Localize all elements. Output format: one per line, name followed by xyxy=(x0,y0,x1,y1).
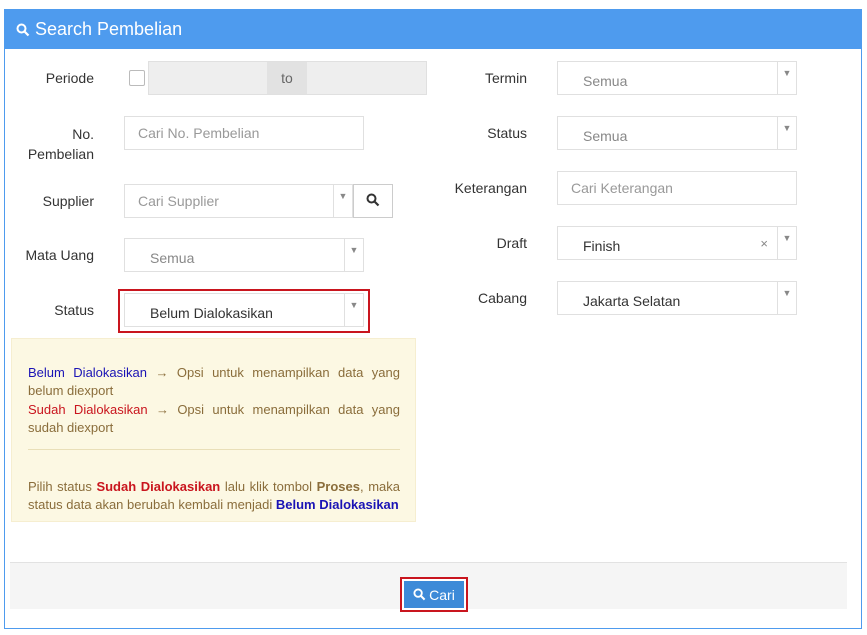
cari-button[interactable]: Cari xyxy=(404,581,464,608)
chevron-down-icon: ▼ xyxy=(333,185,352,217)
clear-icon[interactable]: × xyxy=(760,236,768,251)
draft-select[interactable]: Finish × ▼ xyxy=(557,226,797,260)
mata-uang-value: Semua xyxy=(150,250,195,266)
chevron-down-icon: ▼ xyxy=(344,239,363,271)
status-value: Belum Dialokasikan xyxy=(150,305,273,321)
info-instruction-sudah: Sudah Dialokasikan xyxy=(96,479,221,494)
termin-label: Termin xyxy=(484,70,527,86)
no-pembelian-label-line1: No. xyxy=(72,126,94,142)
termin-select[interactable]: Semua ▼ xyxy=(557,61,797,95)
chevron-down-icon: ▼ xyxy=(777,117,796,149)
search-icon xyxy=(366,193,380,210)
info-instruction: Pilih status Sudah Dialokasikan lalu kli… xyxy=(28,478,400,514)
info-instruction-proses: Proses xyxy=(316,479,361,494)
keterangan-input[interactable]: Cari Keterangan xyxy=(557,171,797,205)
status-right-value: Semua xyxy=(583,128,628,144)
cari-button-highlight: Cari xyxy=(400,577,468,612)
termin-value: Semua xyxy=(583,73,628,89)
mata-uang-label: Mata Uang xyxy=(25,247,94,263)
info-divider xyxy=(28,449,400,450)
info-instruction-belum: Belum Dialokasikan xyxy=(275,497,399,512)
status-select[interactable]: Belum Dialokasikan ▼ xyxy=(124,293,364,327)
no-pembelian-placeholder: Cari No. Pembelian xyxy=(138,125,260,141)
supplier-placeholder: Cari Supplier xyxy=(138,193,219,209)
supplier-label: Supplier xyxy=(42,193,94,209)
draft-label: Draft xyxy=(496,235,527,251)
supplier-select[interactable]: Cari Supplier ▼ xyxy=(124,184,353,218)
info-instruction-a: Pilih status xyxy=(28,479,97,494)
panel-title: Search Pembelian xyxy=(35,19,183,39)
info-line-belum: Belum Dialokasikan → Opsi untuk menampil… xyxy=(28,364,400,400)
status-label: Status xyxy=(54,302,94,318)
cabang-select[interactable]: Jakarta Selatan ▼ xyxy=(557,281,797,315)
info-term-sudah: Sudah Dialokasikan xyxy=(28,402,148,417)
keterangan-placeholder: Cari Keterangan xyxy=(571,180,673,196)
no-pembelian-label-line2: Pembelian xyxy=(27,146,94,162)
mata-uang-select[interactable]: Semua ▼ xyxy=(124,238,364,272)
info-box: Belum Dialokasikan → Opsi untuk menampil… xyxy=(11,338,416,522)
chevron-down-icon: ▼ xyxy=(344,294,363,326)
periode-checkbox[interactable] xyxy=(129,70,145,86)
periode-label: Periode xyxy=(45,70,94,86)
no-pembelian-input[interactable]: Cari No. Pembelian xyxy=(124,116,364,150)
panel-header: Search Pembelian xyxy=(5,10,861,49)
chevron-down-icon: ▼ xyxy=(777,282,796,314)
periode-to-label: to xyxy=(267,62,307,94)
no-pembelian-label: No. Pembelian xyxy=(20,124,94,164)
info-term-belum: Belum Dialokasikan xyxy=(28,365,147,380)
info-line-sudah: Sudah Dialokasikan → Opsi untuk menampil… xyxy=(28,401,400,437)
cari-button-label: Cari xyxy=(429,586,455,603)
periode-date-range[interactable]: to xyxy=(148,61,427,95)
search-icon xyxy=(16,23,30,37)
cabang-label: Cabang xyxy=(477,290,527,306)
info-instruction-c: lalu klik tombol xyxy=(220,479,317,494)
chevron-down-icon: ▼ xyxy=(777,62,796,94)
draft-value: Finish xyxy=(583,238,621,254)
supplier-search-button[interactable] xyxy=(353,184,393,218)
status-right-label: Status xyxy=(487,125,527,141)
chevron-down-icon: ▼ xyxy=(777,227,796,259)
cabang-value: Jakarta Selatan xyxy=(583,293,681,309)
search-icon xyxy=(413,588,426,601)
status-right-select[interactable]: Semua ▼ xyxy=(557,116,797,150)
keterangan-label: Keterangan xyxy=(454,180,527,196)
